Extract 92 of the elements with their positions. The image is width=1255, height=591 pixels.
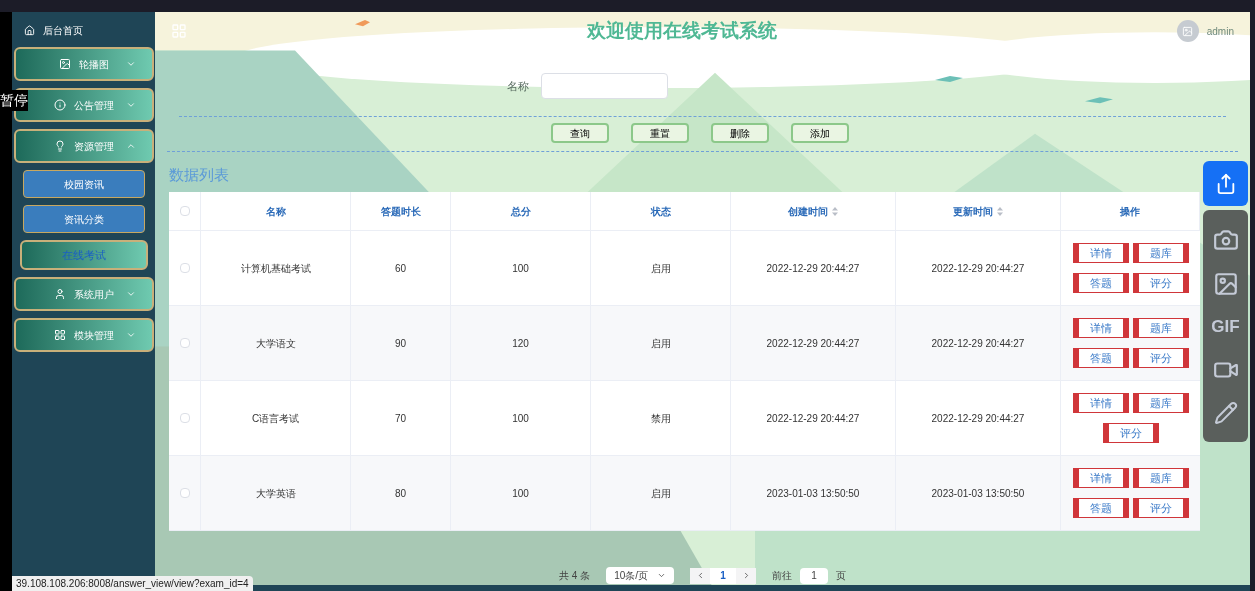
sort-icon[interactable] xyxy=(832,206,838,216)
checkbox[interactable] xyxy=(179,263,190,273)
column-header: 更新时间 xyxy=(953,204,993,219)
image-icon[interactable] xyxy=(1212,270,1239,297)
table-cell-text: 启用 xyxy=(650,336,671,351)
row-action-button[interactable]: 答题 xyxy=(1072,498,1129,518)
table-cell-text: 2022-12-29 20:44:27 xyxy=(931,411,1025,426)
name-input[interactable] xyxy=(541,73,668,99)
action-button[interactable]: 删除 xyxy=(711,123,769,143)
home-link[interactable]: 后台首页 xyxy=(24,20,83,40)
share-button[interactable] xyxy=(1203,161,1248,206)
column-header: 状态 xyxy=(650,204,671,219)
row-action-button[interactable]: 题库 xyxy=(1132,468,1189,488)
grid-menu-icon[interactable] xyxy=(171,23,187,39)
table-cell-text: 100 xyxy=(512,486,529,501)
table-cell-text: 启用 xyxy=(650,486,671,501)
action-button[interactable]: 查询 xyxy=(551,123,609,143)
table-cell-text: 2022-12-29 20:44:27 xyxy=(931,261,1025,276)
row-action-button[interactable]: 详情 xyxy=(1072,318,1129,338)
row-action-button[interactable]: 题库 xyxy=(1132,318,1189,338)
gif-button[interactable]: GIF xyxy=(1211,314,1240,340)
page-size-select[interactable]: 10条/页 xyxy=(606,567,675,584)
row-action-button[interactable]: 详情 xyxy=(1072,243,1129,263)
checkbox[interactable] xyxy=(179,338,190,348)
chevron-down-icon xyxy=(125,289,136,299)
image-icon xyxy=(58,58,71,70)
goto-label: 前往 xyxy=(772,569,793,583)
table-cell-text: 120 xyxy=(512,336,529,351)
row-action-button[interactable]: 评分 xyxy=(1132,348,1189,368)
table-cell-text: 禁用 xyxy=(650,411,671,426)
table-cell-text: 2022-12-29 20:44:27 xyxy=(766,336,860,351)
checkbox[interactable] xyxy=(179,488,190,498)
info-icon xyxy=(53,99,66,111)
action-button[interactable]: 重置 xyxy=(631,123,689,143)
chevron-down-icon xyxy=(125,100,136,110)
table-cell-text: 启用 xyxy=(650,261,671,276)
table-cell-text: 计算机基础考试 xyxy=(240,261,311,276)
chevron-up-icon xyxy=(125,141,136,151)
submenu-item[interactable]: 校园资讯 xyxy=(22,170,145,198)
chevron-down-icon xyxy=(125,330,136,340)
column-header: 名称 xyxy=(265,204,286,219)
row-action-button[interactable]: 评分 xyxy=(1102,423,1159,443)
menu-item[interactable]: 轮播图 xyxy=(13,47,154,81)
section-title: 数据列表 xyxy=(169,165,229,184)
row-action-button[interactable]: 评分 xyxy=(1132,273,1189,293)
home-icon xyxy=(24,24,35,36)
chevron-down-icon xyxy=(657,571,667,580)
checkbox[interactable] xyxy=(179,413,190,423)
menu-item[interactable]: 资源管理 xyxy=(13,129,154,163)
page-title: 欢迎使用在线考试系统 xyxy=(586,18,777,43)
table-cell-text: 大学英语 xyxy=(255,486,296,501)
row-action-button[interactable]: 详情 xyxy=(1072,468,1129,488)
status-url: 39.108.108.206:8008/answer_view/view?exam_id=4 xyxy=(12,576,253,591)
table-cell-text: 2022-12-29 20:44:27 xyxy=(766,261,860,276)
column-header: 答题时长 xyxy=(380,204,421,219)
table-cell-text: 80 xyxy=(394,486,407,501)
sort-icon[interactable] xyxy=(997,206,1003,216)
table-cell-text: 100 xyxy=(512,411,529,426)
table-cell-text: 2023-01-03 13:50:50 xyxy=(766,486,860,501)
username: admin xyxy=(1206,24,1234,39)
recorder-status: 暂停 xyxy=(0,90,28,111)
column-header: 操作 xyxy=(1120,204,1140,219)
chevron-down-icon xyxy=(125,59,136,69)
field-label: 名称 xyxy=(507,78,529,94)
table-cell-text: C语言考试 xyxy=(251,411,300,426)
table-cell-text: 90 xyxy=(394,336,407,351)
table-cell-text: 2022-12-29 20:44:27 xyxy=(931,336,1025,351)
table-cell-text: 大学语文 xyxy=(255,336,296,351)
row-action-button[interactable]: 详情 xyxy=(1072,393,1129,413)
action-button[interactable]: 添加 xyxy=(791,123,849,143)
bulb-icon xyxy=(53,140,66,152)
submenu-item[interactable]: 资讯分类 xyxy=(22,205,145,233)
pencil-icon[interactable] xyxy=(1213,401,1238,426)
menu-item[interactable]: 模块管理 xyxy=(13,318,154,352)
grid-icon xyxy=(53,329,66,341)
row-action-button[interactable]: 题库 xyxy=(1132,243,1189,263)
user-icon xyxy=(53,288,66,300)
row-action-button[interactable]: 评分 xyxy=(1132,498,1189,518)
column-header: 总分 xyxy=(510,204,531,219)
table-cell-text: 60 xyxy=(394,261,407,276)
table-cell-text: 2022-12-29 20:44:27 xyxy=(766,411,860,426)
row-action-button[interactable]: 答题 xyxy=(1072,273,1129,293)
row-action-button[interactable]: 题库 xyxy=(1132,393,1189,413)
table-cell-text: 70 xyxy=(394,411,407,426)
column-header: 创建时间 xyxy=(788,204,828,219)
page-suffix: 页 xyxy=(836,569,847,583)
table-cell-text: 100 xyxy=(512,261,529,276)
table-cell-text: 2023-01-03 13:50:50 xyxy=(931,486,1025,501)
menu-item[interactable]: 系统用户 xyxy=(13,277,154,311)
checkbox[interactable] xyxy=(179,206,190,216)
total-count: 共 4 条 xyxy=(559,569,591,583)
row-action-button[interactable]: 答题 xyxy=(1072,348,1129,368)
